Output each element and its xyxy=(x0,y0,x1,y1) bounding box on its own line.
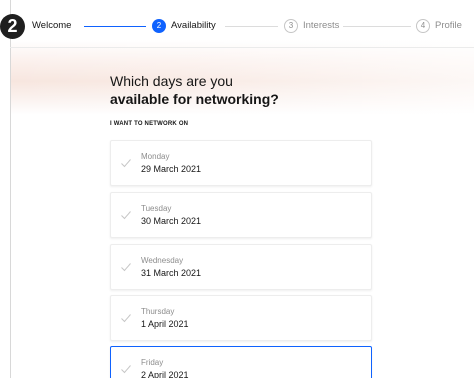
section-label: I WANT TO NETWORK ON xyxy=(110,121,189,127)
checkmark-icon xyxy=(121,365,131,374)
day-option-tuesday[interactable]: Tuesday 30 March 2021 xyxy=(110,192,372,238)
day-date: 30 March 2021 xyxy=(141,216,202,226)
availability-form: Which days are you available for network… xyxy=(110,72,372,127)
progress-step-availability[interactable]: Availability xyxy=(171,20,216,32)
checkmark-icon xyxy=(121,263,131,272)
day-date: 29 March 2021 xyxy=(141,164,202,174)
header-divider xyxy=(10,47,474,48)
progress-step-welcome[interactable]: Welcome xyxy=(32,20,71,32)
progress-step-interests[interactable]: Interests xyxy=(303,20,339,32)
day-name: Tuesday xyxy=(141,204,172,213)
day-option-friday[interactable]: Friday 2 April 2021 xyxy=(110,346,372,378)
progress-step-interests-number[interactable]: 3 xyxy=(284,19,298,33)
day-date: 2 April 2021 xyxy=(141,370,189,378)
day-date: 31 March 2021 xyxy=(141,268,202,278)
progress-indicator: Welcome 2 Availability 3 Interests 4 Pro… xyxy=(0,0,474,48)
progress-step-profile-number[interactable]: 4 xyxy=(416,19,430,33)
day-name: Monday xyxy=(141,152,170,161)
progress-step-profile[interactable]: Profile xyxy=(435,20,462,32)
day-date: 1 April 2021 xyxy=(141,319,189,329)
step-number-badge: 2 xyxy=(0,14,25,39)
progress-step-availability-number[interactable]: 2 xyxy=(152,19,166,33)
checkmark-icon xyxy=(121,159,131,168)
day-name: Friday xyxy=(141,358,164,367)
day-option-monday[interactable]: Monday 29 March 2021 xyxy=(110,140,372,186)
day-option-wednesday[interactable]: Wednesday 31 March 2021 xyxy=(110,244,372,290)
checkmark-icon xyxy=(121,314,131,323)
progress-connector-3 xyxy=(343,26,411,27)
page-title-line-2: available for networking? xyxy=(110,91,279,107)
day-name: Wednesday xyxy=(141,256,184,265)
day-option-thursday[interactable]: Thursday 1 April 2021 xyxy=(110,295,372,341)
progress-connector-2 xyxy=(225,26,278,27)
progress-connector-1 xyxy=(84,26,146,27)
page-title-line-1: Which days are you xyxy=(110,73,233,89)
day-name: Thursday xyxy=(141,307,175,316)
checkmark-icon xyxy=(121,211,131,220)
